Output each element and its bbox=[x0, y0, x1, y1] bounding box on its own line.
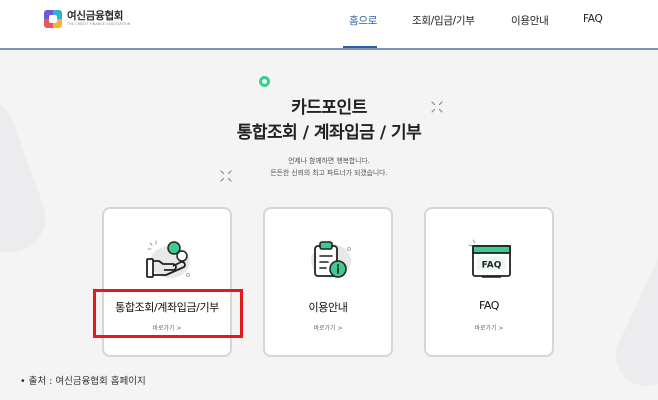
hero-subtitle-line1: 언제나 함께하면 행복합니다. bbox=[288, 157, 370, 165]
decorative-ring-icon bbox=[259, 76, 270, 87]
nav-usage-guide[interactable]: 이용안내 bbox=[511, 13, 549, 28]
hero-title-line2: 통합조회 / 계좌입금 / 기부 bbox=[236, 123, 422, 143]
faq-window-icon: FAQ bbox=[468, 239, 511, 278]
hero-subtitle-line2: 든든한 신뢰의 최고 파트너가 되겠습니다. bbox=[270, 169, 388, 177]
nav-inquiry-deposit-donation[interactable]: 조회/입금/기부 bbox=[412, 13, 475, 28]
card-shortcut-link[interactable]: 바로가기 > bbox=[426, 323, 552, 332]
main-nav: 홈으로 조회/입금/기부 이용안내 FAQ bbox=[0, 0, 658, 48]
active-nav-indicator bbox=[343, 46, 377, 48]
nav-faq[interactable]: FAQ bbox=[583, 13, 603, 25]
card-title: 이용안내 bbox=[308, 301, 348, 314]
card-title: FAQ bbox=[478, 299, 500, 312]
highlight-box bbox=[93, 289, 243, 338]
clipboard-info-icon bbox=[311, 241, 351, 278]
site-header: 여신금융협회 THE CREDIT FINANCE ASSOCIATION 홈으… bbox=[0, 0, 658, 50]
card-usage-guide[interactable]: 이용안내 바로가기 > bbox=[263, 207, 393, 357]
hand-coin-icon bbox=[146, 240, 190, 278]
card-faq[interactable]: FAQ FAQ 바로가기 > bbox=[424, 207, 554, 357]
card-shortcut-link[interactable]: 바로가기 > bbox=[265, 323, 391, 332]
nav-home[interactable]: 홈으로 bbox=[349, 13, 377, 28]
svg-text:FAQ: FAQ bbox=[482, 261, 502, 271]
background-shape-right bbox=[606, 234, 658, 396]
source-note: • 출처 : 여신금융협회 홈페이지 bbox=[20, 376, 146, 387]
hero-title-line1: 카드포인트 bbox=[291, 98, 367, 118]
